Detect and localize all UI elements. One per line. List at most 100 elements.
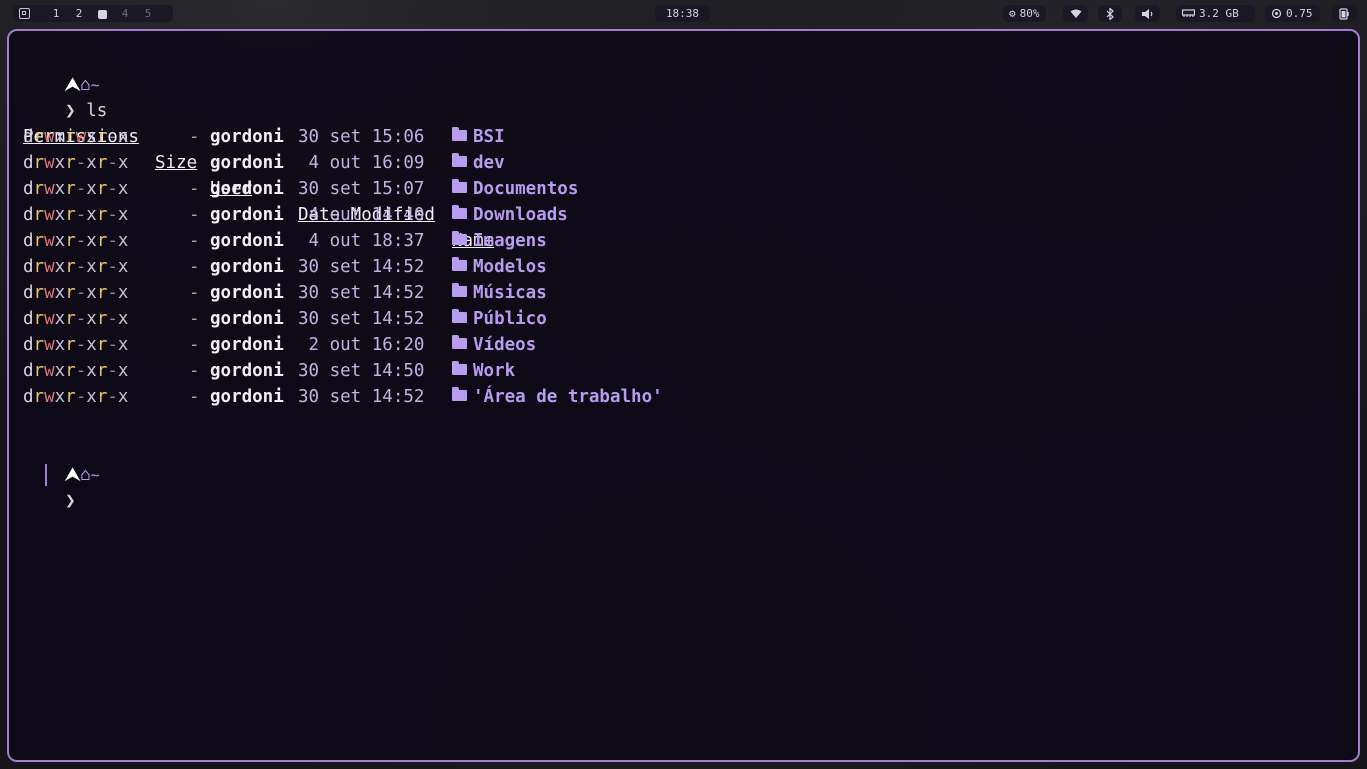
table-row: drwxr-xr-x - gordoni 30 set 14:52 Modelos xyxy=(23,254,723,280)
row-name-cell: Vídeos xyxy=(452,332,536,358)
row-name: Público xyxy=(473,309,547,329)
row-name: Documentos xyxy=(473,179,579,199)
volume-icon xyxy=(1141,8,1152,19)
workspace-4[interactable]: 4 xyxy=(119,7,131,20)
folder-open-icon xyxy=(452,309,467,323)
workspace-3-active[interactable] xyxy=(96,7,108,20)
row-name-cell: Público xyxy=(452,306,547,332)
row-size: - xyxy=(189,335,200,355)
row-size: - xyxy=(189,231,200,251)
memory-widget[interactable]: 3.2 GB xyxy=(1176,5,1255,22)
row-name-cell: BSI xyxy=(452,124,505,150)
row-name: Modelos xyxy=(473,257,547,277)
row-date: 30 set 14:52 xyxy=(298,283,425,303)
workspace-1[interactable]: 1 xyxy=(50,7,62,20)
cpu-value: 0.75 xyxy=(1286,7,1313,20)
row-date: 30 set 14:52 xyxy=(298,387,425,407)
workspace-5[interactable]: 5 xyxy=(142,7,154,20)
battery-widget[interactable] xyxy=(1332,5,1357,22)
table-row: drwxr-xr-x - gordoni 2 out 16:20 Vídeos xyxy=(23,332,723,358)
row-size: - xyxy=(189,153,200,173)
row-date: 30 set 15:07 xyxy=(298,179,425,199)
home-icon: ⌂ xyxy=(80,465,91,485)
row-name: Vídeos xyxy=(473,335,537,355)
row-user: gordoni xyxy=(210,335,284,355)
terminal-window[interactable]: ⮝⌂~ ❯ ls Permissions Size User Date Modi… xyxy=(7,29,1360,762)
workspace-2[interactable]: 2 xyxy=(73,7,85,20)
prompt-line-2: ⮝⌂~ xyxy=(23,436,99,485)
table-row: drwxrwxr-x - gordoni 30 set 15:06 BSI xyxy=(23,124,723,150)
prompt-path: ~ xyxy=(90,466,100,484)
row-date: 4 out 16:09 xyxy=(298,153,425,173)
table-row: drwxr-xr-x - gordoni 4 out 16:09 dev xyxy=(23,150,723,176)
workspace-switcher: 1 2 4 5 xyxy=(13,5,173,22)
clock[interactable]: 18:38 xyxy=(655,5,710,22)
row-name-cell: Músicas xyxy=(452,280,547,306)
sun-icon: ⚙ xyxy=(1009,7,1016,20)
folder-icon xyxy=(452,153,467,167)
row-permissions: drwxr-xr-x xyxy=(23,283,129,303)
row-date: 2 out 16:20 xyxy=(298,335,425,355)
text-cursor xyxy=(45,464,47,486)
row-permissions: drwxr-xr-x xyxy=(23,257,129,277)
row-permissions: drwxr-xr-x xyxy=(23,309,129,329)
prompt-chevron: ❯ xyxy=(65,491,76,511)
row-permissions: drwxr-xr-x xyxy=(23,179,129,199)
row-date: 30 set 15:06 xyxy=(298,127,425,147)
command-line: ❯ ls xyxy=(23,72,107,121)
clock-text: 18:38 xyxy=(665,7,700,20)
cpu-icon xyxy=(1271,8,1282,19)
bluetooth-widget[interactable] xyxy=(1098,5,1122,22)
row-name: Imagens xyxy=(473,231,547,251)
folder-icon xyxy=(452,231,467,245)
row-user: gordoni xyxy=(210,387,284,407)
row-date: 4 out 18:37 xyxy=(298,231,425,251)
table-row: drwxr-xr-x - gordoni 4 out 14:40 Downloads xyxy=(23,202,723,228)
volume-widget[interactable] xyxy=(1135,5,1160,22)
row-name: Músicas xyxy=(473,283,547,303)
table-row: drwxr-xr-x - gordoni 4 out 18:37 Imagens xyxy=(23,228,723,254)
row-permissions: drwxr-xr-x xyxy=(23,361,129,381)
brightness-widget[interactable]: ⚙ 80% xyxy=(1003,5,1046,22)
row-size: - xyxy=(189,283,200,303)
row-size: - xyxy=(189,257,200,277)
folder-open-icon xyxy=(452,283,467,297)
row-date: 30 set 14:50 xyxy=(298,361,425,381)
row-permissions: drwxr-xr-x xyxy=(23,335,129,355)
row-date: 4 out 14:40 xyxy=(298,205,425,225)
row-size: - xyxy=(189,205,200,225)
row-size: - xyxy=(189,387,200,407)
cpu-widget[interactable]: 0.75 xyxy=(1265,5,1320,22)
row-date: 30 set 14:52 xyxy=(298,309,425,329)
folder-download-icon xyxy=(452,205,467,219)
wifi-icon xyxy=(1070,9,1081,18)
row-user: gordoni xyxy=(210,309,284,329)
table-row: drwxr-xr-x - gordoni 30 set 15:07 Documentos xyxy=(23,176,723,202)
row-name: BSI xyxy=(473,127,505,147)
row-user: gordoni xyxy=(210,205,284,225)
row-name-cell: dev xyxy=(452,150,505,176)
brightness-value: 80% xyxy=(1019,7,1040,20)
folder-icon xyxy=(452,179,467,193)
top-bar: 1 2 4 5 18:38 ⚙ 80% 3.2 GB 0.75 xyxy=(0,0,1367,28)
table-row: drwxr-xr-x - gordoni 30 set 14:50 Work xyxy=(23,358,723,384)
input-line[interactable]: ❯ xyxy=(23,462,76,511)
row-name-cell: Modelos xyxy=(452,254,547,280)
window-icon[interactable] xyxy=(19,8,30,19)
row-name-cell: Work xyxy=(452,358,515,384)
row-user: gordoni xyxy=(210,361,284,381)
bluetooth-icon xyxy=(1106,7,1114,20)
folder-icon xyxy=(452,335,467,349)
battery-icon xyxy=(1339,7,1349,20)
row-permissions: drwxrwxr-x xyxy=(23,127,129,147)
row-user: gordoni xyxy=(210,179,284,199)
table-row: drwxr-xr-x - gordoni 30 set 14:52 'Área de t… xyxy=(23,384,723,410)
row-name-cell: Downloads xyxy=(452,202,568,228)
row-name-cell: Imagens xyxy=(452,228,547,254)
memory-value: 3.2 GB xyxy=(1199,7,1239,20)
wifi-widget[interactable] xyxy=(1063,5,1088,22)
row-size: - xyxy=(189,127,200,147)
row-name: Work xyxy=(473,361,516,381)
row-size: - xyxy=(189,309,200,329)
active-workspace-icon xyxy=(97,9,107,19)
